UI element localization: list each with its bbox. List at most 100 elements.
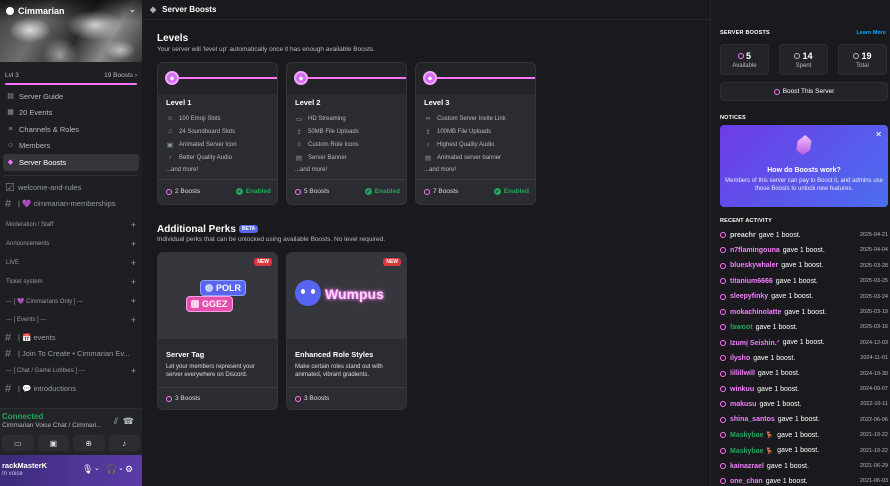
level-label: Lvl 3 [5, 71, 19, 79]
activity-username[interactable]: fawoot [730, 324, 753, 331]
activity-username[interactable]: ilysho [730, 355, 750, 362]
boost-level-bar[interactable]: Lvl 3 19 Boosts › [0, 62, 142, 88]
add-channel-icon[interactable]: + [131, 366, 136, 376]
channel-welcome-and-rules[interactable]: ☑ welcome-and-rules [0, 180, 142, 196]
chevron-down-icon[interactable]: ⌄ [128, 4, 136, 15]
boost-gem-icon [720, 401, 726, 408]
sidebar-item-events[interactable]: ▦ 20 Events [3, 105, 139, 122]
upload-icon: ⇪ [425, 129, 431, 136]
perk-row: ▤ Animated server banner [424, 155, 502, 162]
category-live[interactable]: LIVE + [0, 254, 142, 273]
activity-row: blueskywhaler gave 1 boost. 2025-03-28 [720, 260, 888, 272]
activity-username[interactable]: makusu [730, 401, 756, 408]
hash-icon: # [5, 382, 12, 395]
settings-gear-icon[interactable]: ⚙ [125, 464, 133, 475]
channel-join-to-create[interactable]: # | Join To Create • Cimmarian Ev... [0, 346, 142, 362]
activity-action: gave 1 boost. [757, 385, 800, 393]
rules-icon: ☑ [5, 182, 15, 194]
activity-username[interactable]: shina_santos [730, 416, 775, 423]
category-events[interactable]: --- [ Events ] --- + [0, 311, 142, 330]
category-chat-game-lobbies[interactable]: --- [ Chat / Game Lobbies ] --- + [0, 362, 142, 381]
headphones-icon[interactable]: 🎧 [106, 464, 117, 475]
guide-icon: ▤ [7, 92, 14, 100]
activity-username[interactable]: titanium6666 [730, 278, 773, 285]
activity-date: 2025-04-21 [859, 232, 888, 238]
activity-username[interactable]: Izumį Seishin.ᐟ [730, 339, 780, 347]
level-status: ✓ Enabled [235, 188, 271, 195]
perk-row: ♫ 24 Soundboard Slots [167, 128, 236, 135]
category-announcements[interactable]: Announcements + [0, 235, 142, 254]
notice-description: Members of this server can pay to Boost … [725, 178, 883, 192]
activity-username[interactable]: Maskybae 🦌 [730, 431, 774, 439]
voice-status[interactable]: Connected [2, 412, 43, 421]
activity-row: one_chan gave 1 boost. 2021-06-03 [720, 475, 888, 486]
perk-row: ∞ Custom Server Invite Link [425, 115, 506, 122]
server-name-header[interactable]: Cimmarian [6, 6, 65, 16]
activity-username[interactable]: kainazrael [730, 463, 764, 470]
activity-username[interactable]: winkuu [730, 386, 754, 393]
add-channel-icon[interactable]: + [131, 277, 136, 287]
boost-this-server-button[interactable]: Boost This Server [720, 82, 888, 101]
soundboard-button[interactable]: ♪ [108, 435, 140, 451]
add-channel-icon[interactable]: + [131, 296, 136, 306]
activity-username[interactable]: Maskybae 🦌 [730, 447, 774, 455]
add-channel-icon[interactable]: + [131, 220, 136, 230]
activity-username[interactable]: lillillwill [730, 370, 755, 377]
sidebar-item-server-guide[interactable]: ▤ Server Guide [3, 88, 139, 105]
perk-card-server-tag[interactable]: NEW POLR GGEZ Server Tag Let your member… [157, 252, 278, 410]
activity-row: preachr gave 1 boost. 2025-04-21 [720, 229, 888, 241]
activity-row: Maskybae 🦌 gave 1 boost. 2021-10-22 [720, 445, 888, 457]
perk-title: Enhanced Role Styles [295, 350, 374, 359]
sidebar-item-members[interactable]: ☺ Members [3, 138, 139, 155]
activity-username[interactable]: one_chan [730, 478, 763, 485]
perk-row: ▭ HD Streaming [295, 116, 346, 123]
channel-introductions[interactable]: # | 💬 introductions [0, 381, 142, 397]
level-track: ◆ [158, 63, 277, 94]
perk-card-enhanced-role-styles[interactable]: NEW Wumpus Enhanced Role Styles Make cer… [286, 252, 407, 410]
boost-gem-icon [720, 386, 726, 392]
activity-username[interactable]: preachr [730, 232, 756, 239]
add-channel-icon[interactable]: + [131, 239, 136, 249]
channel-events[interactable]: # | 📅 events [0, 330, 142, 346]
microphone-icon[interactable]: 🎙 [82, 464, 93, 475]
page-title: Server Boosts [162, 5, 217, 14]
activity-button[interactable]: ⊕ [73, 435, 105, 451]
perk-row: ▤ Server Banner [295, 155, 347, 162]
boost-gem-icon: ◆ [423, 71, 437, 85]
activity-username[interactable]: sleepyfinky [730, 293, 768, 300]
activity-username[interactable]: n7flamingouna [730, 247, 780, 254]
username[interactable]: rackMasterK [2, 461, 47, 470]
role-icon: ☺ [295, 141, 303, 148]
voice-channel-name[interactable]: Cimmarian Voice Chat / Cimmari... [2, 422, 106, 429]
perk-boost-count: 3 Boosts [166, 395, 200, 402]
new-badge: NEW [383, 258, 401, 266]
boost-info-notice: ✕ How do Boosts work? Members of this se… [720, 125, 888, 207]
category-ticket-system[interactable]: Ticket system + [0, 273, 142, 292]
add-channel-icon[interactable]: + [131, 315, 136, 325]
camera-button[interactable]: ▭ [2, 435, 34, 451]
chevron-down-icon[interactable]: ⌄ [94, 464, 100, 472]
add-channel-icon[interactable]: + [131, 258, 136, 268]
category-cimmarians-only[interactable]: --- [ 💜 Cimmarians Only ] --- + [0, 292, 142, 311]
link-icon: ∞ [425, 115, 431, 122]
disconnect-icon[interactable]: ☎ [123, 416, 134, 427]
members-icon: ☺ [7, 142, 15, 150]
chevron-down-icon[interactable]: ⌄ [118, 464, 124, 472]
boost-gem-icon: ◆ [294, 71, 308, 85]
channel-cimmarian-memberships[interactable]: # | 💜 cimmarian-memberships [0, 196, 142, 212]
server-banner[interactable]: Cimmarian ⌄ [0, 0, 142, 62]
boost-gem-icon [720, 324, 726, 331]
screen-share-button[interactable]: ▣ [37, 435, 69, 451]
banner-icon: ▤ [295, 155, 303, 162]
sidebar-item-channels-roles[interactable]: ≡ Channels & Roles [3, 121, 139, 138]
activity-row: fawoot gave 1 boost. 2025-03-16 [720, 321, 888, 333]
sidebar-item-server-boosts[interactable]: ◆ Server Boosts [3, 154, 139, 171]
close-icon[interactable]: ✕ [875, 130, 882, 139]
activity-action: gave 1 boost. [755, 323, 798, 331]
learn-more-link[interactable]: Learn More [856, 30, 886, 36]
noise-suppression-icon[interactable]: ⫽ [114, 416, 118, 427]
activity-username[interactable]: mokachinolatte [730, 309, 781, 316]
activity-username[interactable]: blueskywhaler [730, 262, 778, 269]
activity-date: 2025-03-28 [859, 262, 888, 269]
category-moderation-staff[interactable]: Moderation / Staff + [0, 216, 142, 235]
